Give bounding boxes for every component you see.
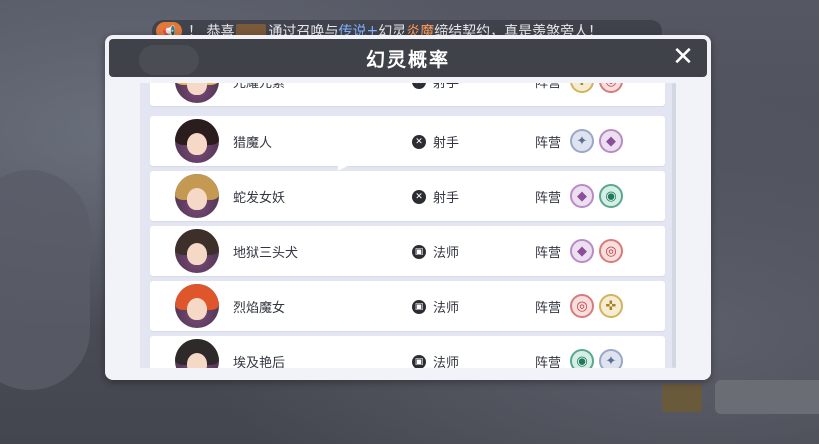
hero-name: 光耀元素 bbox=[233, 83, 286, 91]
hero-row[interactable]: 烈焰魔女 ▣ 法师 阵营 ◎ ✜ bbox=[150, 281, 665, 331]
faction-diamond-icon[interactable]: ◆ bbox=[570, 184, 594, 208]
hero-name: 猎魔人 bbox=[233, 136, 273, 151]
faction-wing-icon[interactable]: ✜ bbox=[570, 83, 594, 93]
hero-role-label: 法师 bbox=[433, 301, 460, 316]
hero-name: 地狱三头犬 bbox=[233, 246, 299, 261]
hero-role: ✕ 射手 bbox=[412, 132, 459, 151]
faction-label: 阵营 bbox=[535, 301, 562, 316]
hero-row[interactable]: 光耀元素✕射手阵营✜◎ bbox=[150, 83, 665, 106]
faction-eye-icon[interactable]: ◉ bbox=[599, 184, 623, 208]
archer-icon: ✕ bbox=[412, 189, 426, 204]
dialog-title: 幻灵概率 bbox=[365, 48, 450, 71]
close-button[interactable]: ✕ bbox=[671, 44, 695, 70]
background-tag bbox=[662, 384, 702, 412]
faction-icons: ✜◎ bbox=[570, 83, 623, 93]
faction-spiral-icon[interactable]: ◎ bbox=[599, 83, 623, 93]
hero-role: ▣ 法师 bbox=[412, 352, 459, 368]
hero-role-label: 法师 bbox=[433, 356, 460, 368]
faction-icons: ✦ ◆ bbox=[570, 129, 623, 153]
hero-role-label: 射手 bbox=[433, 191, 460, 206]
faction-icons: ◆ ◎ bbox=[570, 239, 623, 263]
faction-label: 阵营 bbox=[535, 191, 562, 206]
hero-role-label: 法师 bbox=[433, 246, 460, 261]
faction-star-icon[interactable]: ✦ bbox=[599, 349, 623, 368]
faction-diamond-icon[interactable]: ◆ bbox=[570, 239, 594, 263]
background-decoration bbox=[0, 170, 90, 390]
scrollbar[interactable] bbox=[672, 83, 676, 368]
hero-name: 蛇发女妖 bbox=[233, 191, 286, 206]
hero-row[interactable]: 地狱三头犬 ▣ 法师 阵营 ◆ ◎ bbox=[150, 226, 665, 276]
faction-spiral-icon[interactable]: ◎ bbox=[599, 239, 623, 263]
hero-avatar bbox=[175, 229, 219, 273]
hero-row[interactable]: 埃及艳后 ▣ 法师 阵营 ◉ ✦ bbox=[150, 336, 665, 368]
hero-avatar bbox=[175, 119, 219, 163]
probability-dialog: 幻灵概率 ✕ 光耀元素✕射手阵营✜◎猎魔人✕射手阵营✦◆蛇发女妖✕射手阵营◆◉地… bbox=[105, 35, 711, 380]
hero-row[interactable]: 蛇发女妖 ✕ 射手 阵营 ◆ ◉ bbox=[150, 171, 665, 221]
hero-role: ✕ 射手 bbox=[412, 187, 459, 206]
hero-avatar bbox=[175, 174, 219, 218]
faction-icons: ◎ ✜ bbox=[570, 294, 623, 318]
faction-icons: ◉ ✦ bbox=[570, 349, 623, 368]
hero-role-label: 射手 bbox=[433, 83, 460, 91]
mage-icon: ▣ bbox=[412, 354, 426, 368]
mage-icon: ▣ bbox=[412, 299, 426, 314]
hero-role: ✕ 射手 bbox=[412, 83, 459, 91]
faction-wing-icon[interactable]: ✜ bbox=[599, 294, 623, 318]
faction-spiral-icon[interactable]: ◎ bbox=[570, 294, 594, 318]
title-decoration bbox=[139, 45, 199, 75]
faction-label: 阵营 bbox=[535, 246, 562, 261]
faction-label: 阵营 bbox=[535, 83, 562, 91]
mage-icon: ▣ bbox=[412, 244, 426, 259]
hero-name: 埃及艳后 bbox=[233, 356, 286, 368]
faction-star-icon[interactable]: ✦ bbox=[570, 129, 594, 153]
hero-avatar bbox=[175, 83, 219, 103]
faction-label: 阵营 bbox=[535, 136, 562, 151]
faction-diamond-icon[interactable]: ◆ bbox=[599, 129, 623, 153]
faction-icons: ◆ ◉ bbox=[570, 184, 623, 208]
hero-list[interactable]: 光耀元素✕射手阵营✜◎猎魔人✕射手阵营✦◆蛇发女妖✕射手阵营◆◉地狱三头犬▣法师… bbox=[140, 83, 674, 368]
background-card bbox=[715, 380, 819, 414]
faction-eye-icon[interactable]: ◉ bbox=[570, 349, 594, 368]
hero-avatar bbox=[175, 284, 219, 328]
faction-label: 阵营 bbox=[535, 356, 562, 368]
hero-role: ▣ 法师 bbox=[412, 242, 459, 261]
archer-icon: ✕ bbox=[412, 83, 426, 89]
hero-role: ▣ 法师 bbox=[412, 297, 459, 316]
hero-avatar bbox=[175, 339, 219, 368]
hero-name: 烈焰魔女 bbox=[233, 301, 286, 316]
archer-icon: ✕ bbox=[412, 134, 426, 149]
dialog-title-bar: 幻灵概率 ✕ bbox=[109, 39, 707, 77]
hero-role-label: 射手 bbox=[433, 136, 460, 151]
hero-row[interactable]: 猎魔人 ✕ 射手 阵营 ✦ ◆ bbox=[150, 116, 665, 166]
